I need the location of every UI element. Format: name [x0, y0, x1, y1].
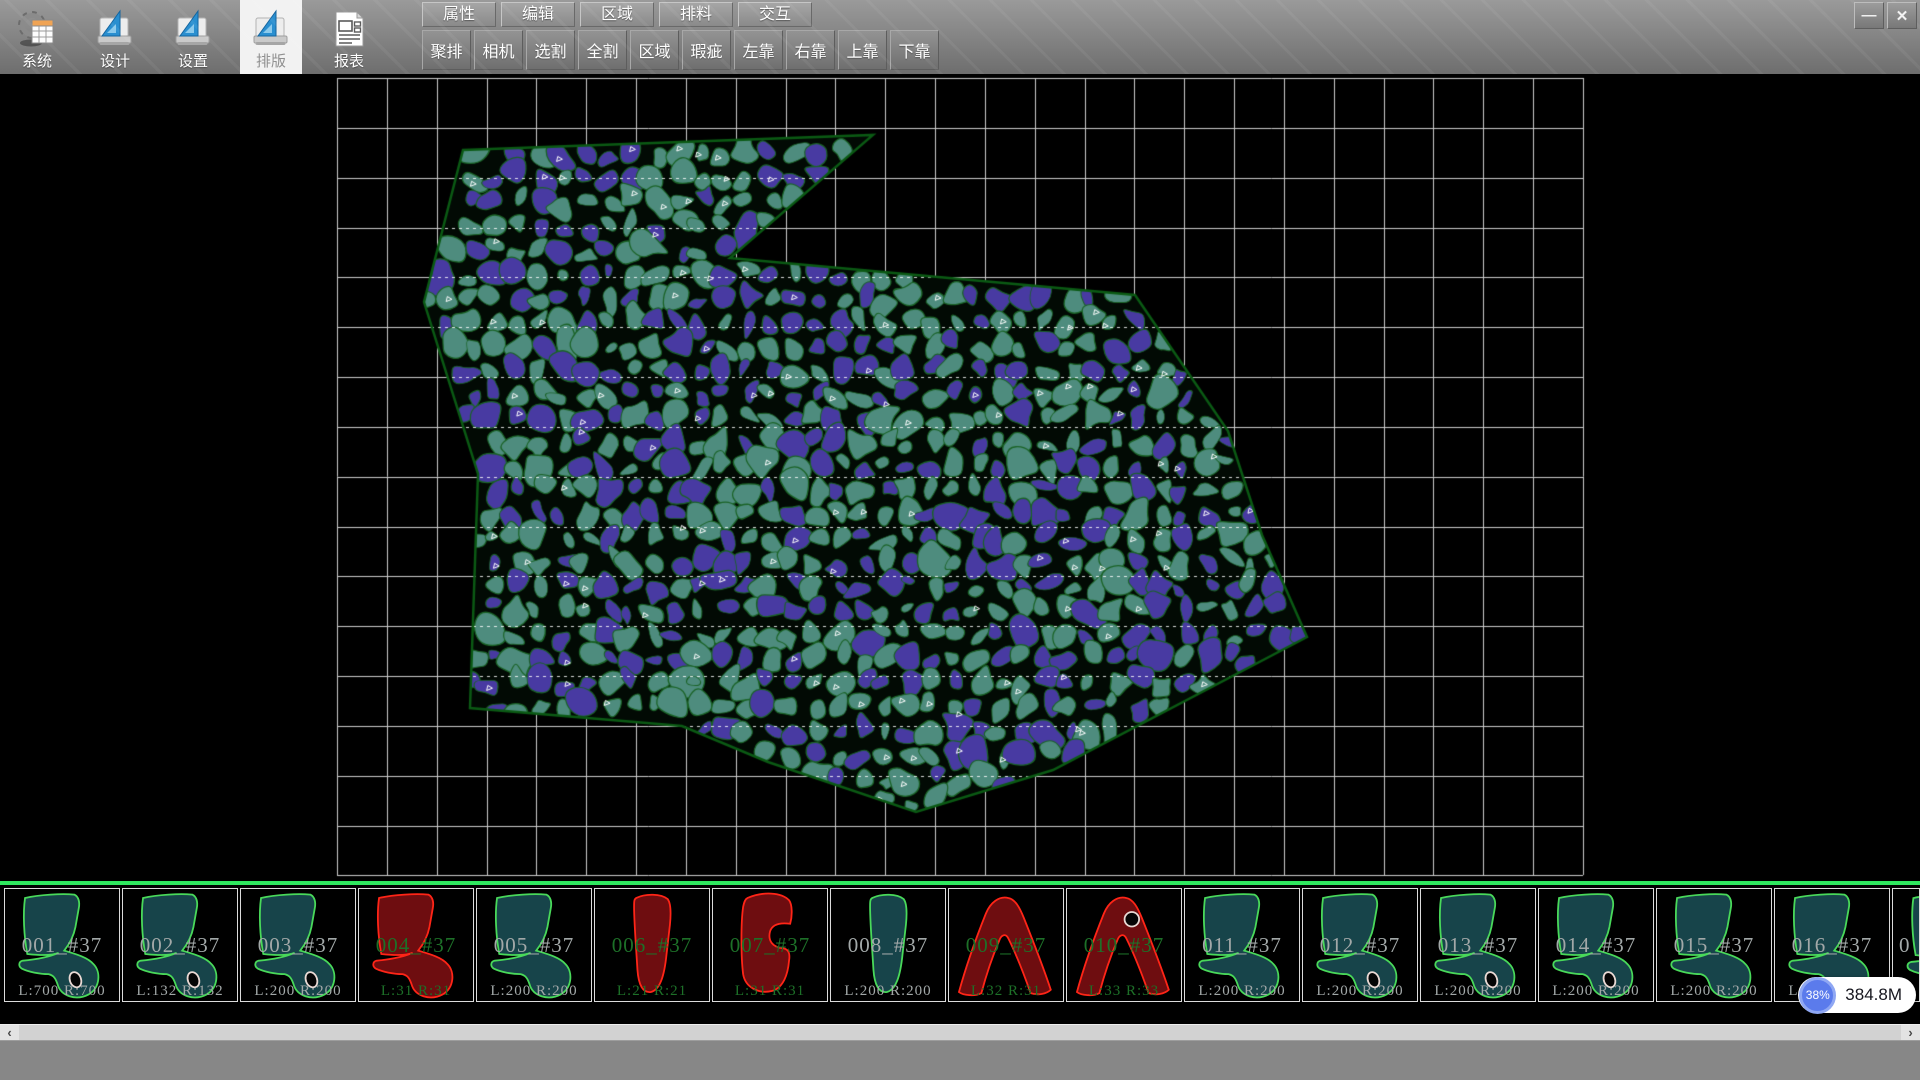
piece-thumbnail[interactable]: 008_#37 L:200 R:200 [830, 888, 946, 1002]
app-tab-setup[interactable]: 设置 [162, 0, 224, 74]
piece-thumbnail[interactable]: 012_#37 L:200 R:200 [1302, 888, 1418, 1002]
tool-zone[interactable]: 区域 [630, 30, 679, 70]
piece-thumbnail[interactable]: 014_#37 L:200 R:200 [1538, 888, 1654, 1002]
app-tab-label: 系统 [22, 50, 52, 71]
piece-thumbnail[interactable]: 007_#37 L:31 R:31 [712, 888, 828, 1002]
piece-thumbnail[interactable]: 015_#37 L:200 R:200 [1656, 888, 1772, 1002]
piece-lr-count: L:21 R:21 [595, 983, 709, 1000]
app-tab-design[interactable]: 设计 [84, 0, 146, 74]
menu-nesting[interactable]: 排料 [659, 2, 733, 27]
piece-lr-count: L:200 R:200 [831, 983, 945, 1000]
piece-id-label: 014_#37 [1539, 933, 1653, 958]
piece-thumbnail[interactable]: 010_#37 L:33 R:33 [1066, 888, 1182, 1002]
app-tab-layout[interactable]: 排版 [240, 0, 302, 74]
piece-id-label: 013_#37 [1421, 933, 1535, 958]
piece-id-label: 002_#37 [123, 933, 237, 958]
piece-id-label: 004_#37 [359, 933, 473, 958]
piece-thumbnails: 001_#37L:700 R:700002_#37L:132 R:132003_… [4, 888, 1920, 1002]
app-tab-label: 报表 [334, 50, 364, 71]
piece-id-label: 0 [1899, 933, 1919, 958]
top-toolbar: 系统设计设置排版报表 属性编辑区域排料交互 聚排相机选割全割区域瑕疵左靠右靠上靠… [0, 0, 1920, 74]
tool-snap-right[interactable]: 右靠 [786, 30, 835, 70]
menu-properties[interactable]: 属性 [422, 2, 496, 27]
tool-defect[interactable]: 瑕疵 [682, 30, 731, 70]
tool-snap-top[interactable]: 上靠 [838, 30, 887, 70]
piece-id-label: 001_#37 [5, 933, 119, 958]
piece-id-label: 006_#37 [595, 933, 709, 958]
nesting-canvas[interactable] [0, 74, 1920, 881]
ruler-icon [95, 9, 135, 49]
app-tab-label: 设置 [178, 50, 208, 71]
piece-lr-count: L:33 R:33 [1067, 983, 1181, 1000]
close-button[interactable]: ✕ [1887, 2, 1917, 29]
app-tab-label: 排版 [256, 50, 286, 71]
piece-id-label: 008_#37 [831, 933, 945, 958]
piece-lr-count: L:200 R:200 [477, 983, 591, 1000]
piece-thumbnail[interactable]: 001_#37 L:700 R:700 [4, 888, 120, 1002]
menu-region[interactable]: 区域 [580, 2, 654, 27]
piece-thumbnail[interactable]: 009_#37 L:32 R:31 [948, 888, 1064, 1002]
piece-thumbnail[interactable]: 002_#37 L:132 R:132 [122, 888, 238, 1002]
piece-id-label: 010_#37 [1067, 933, 1181, 958]
piece-id-label: 015_#37 [1657, 933, 1771, 958]
piece-id-label: 005_#37 [477, 933, 591, 958]
piece-thumbnail[interactable]: 013_#37 L:200 R:200 [1420, 888, 1536, 1002]
memory-badge: 38% 384.8M [1798, 977, 1916, 1013]
piece-lr-count: L:700 R:700 [5, 983, 119, 1000]
gear-icon [17, 9, 57, 49]
scroll-right-icon[interactable]: › [1901, 1025, 1920, 1041]
horizontal-scrollbar[interactable]: ‹ › [0, 1024, 1920, 1040]
app-tabs: 系统 设计 设置 排版 报表 [6, 0, 396, 74]
piece-id-label: 007_#37 [713, 933, 827, 958]
piece-id-label: 003_#37 [241, 933, 355, 958]
memory-value: 384.8M [1845, 985, 1902, 1005]
piece-thumbnail[interactable]: 011_#37 L:200 R:200 [1184, 888, 1300, 1002]
piece-thumbnail[interactable]: 005_#37 L:200 R:200 [476, 888, 592, 1002]
ruler-icon [251, 9, 291, 49]
piece-lr-count: L:132 R:132 [123, 983, 237, 1000]
piece-id-label: 012_#37 [1303, 933, 1417, 958]
piece-lr-count: L:200 R:200 [1185, 983, 1299, 1000]
report-icon [329, 9, 369, 49]
piece-id-label: 016_#37 [1775, 933, 1889, 958]
piece-lr-count: L:32 R:31 [949, 983, 1063, 1000]
tool-snap-left[interactable]: 左靠 [734, 30, 783, 70]
piece-thumbnail[interactable]: 004_#37 L:31 R:31 [358, 888, 474, 1002]
status-bar [0, 1040, 1920, 1080]
tool-cut-all[interactable]: 全割 [578, 30, 627, 70]
memory-percent-circle: 38% [1799, 977, 1836, 1014]
filmstrip-divider [0, 881, 1920, 885]
piece-lr-count: L:200 R:200 [1421, 983, 1535, 1000]
window-controls: — ✕ [1854, 2, 1917, 29]
app-tab-label: 设计 [100, 50, 130, 71]
piece-lr-count: L:200 R:200 [241, 983, 355, 1000]
tool-cluster-nest[interactable]: 聚排 [422, 30, 471, 70]
menu-area: 属性编辑区域排料交互 聚排相机选割全割区域瑕疵左靠右靠上靠下靠 [422, 0, 939, 70]
menu-row-secondary: 聚排相机选割全割区域瑕疵左靠右靠上靠下靠 [422, 30, 939, 70]
piece-lr-count: L:31 R:31 [359, 983, 473, 1000]
menu-interact[interactable]: 交互 [738, 2, 812, 27]
piece-lr-count: L:200 R:200 [1539, 983, 1653, 1000]
tool-select-cut[interactable]: 选割 [526, 30, 575, 70]
piece-filmstrip: 001_#37L:700 R:700002_#37L:132 R:132003_… [0, 881, 1920, 1009]
piece-lr-count: L:200 R:200 [1657, 983, 1771, 1000]
app-window: 系统设计设置排版报表 属性编辑区域排料交互 聚排相机选割全割区域瑕疵左靠右靠上靠… [0, 0, 1920, 1080]
menu-edit[interactable]: 编辑 [501, 2, 575, 27]
app-tab-report[interactable]: 报表 [318, 0, 380, 74]
minimize-button[interactable]: — [1854, 2, 1884, 29]
scroll-left-icon[interactable]: ‹ [0, 1025, 19, 1041]
piece-thumbnail[interactable]: 006_#37 L:21 R:21 [594, 888, 710, 1002]
piece-id-label: 009_#37 [949, 933, 1063, 958]
menu-row-primary: 属性编辑区域排料交互 [422, 2, 939, 27]
piece-thumbnail[interactable]: 003_#37 L:200 R:200 [240, 888, 356, 1002]
app-tab-system[interactable]: 系统 [6, 0, 68, 74]
ruler-icon [173, 9, 213, 49]
piece-id-label: 011_#37 [1185, 933, 1299, 958]
piece-lr-count: L:31 R:31 [713, 983, 827, 1000]
tool-snap-bottom[interactable]: 下靠 [890, 30, 939, 70]
piece-lr-count: L:200 R:200 [1303, 983, 1417, 1000]
tool-camera[interactable]: 相机 [474, 30, 523, 70]
